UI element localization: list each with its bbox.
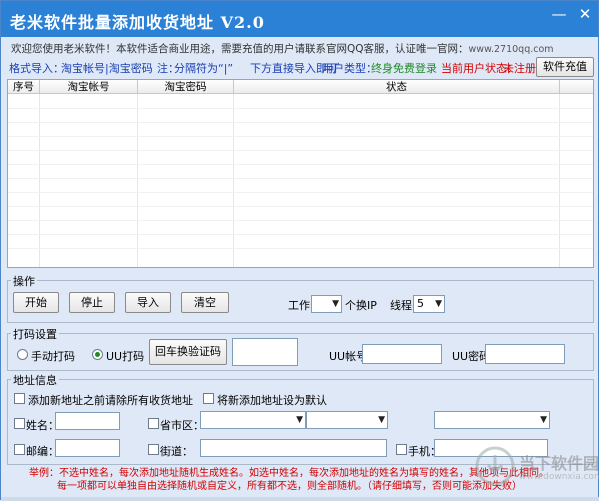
user-type-label: 用户类型： — [322, 62, 377, 75]
name-checkbox[interactable] — [14, 418, 25, 429]
captcha-legend: 打码设置 — [11, 326, 59, 342]
start-button[interactable]: 开始 — [13, 292, 59, 313]
row-divider — [8, 108, 593, 109]
user-type-value: 终身免费登录 — [371, 62, 437, 75]
account-table[interactable]: 序号 淘宝帐号 淘宝密码 状态 — [7, 79, 594, 268]
switch-ip-label: 个换IP — [345, 299, 377, 312]
format-label: 格式导入： — [9, 62, 64, 75]
operation-legend: 操作 — [11, 273, 37, 289]
recharge-button[interactable]: 软件充值 — [536, 57, 594, 77]
uu-account-input[interactable] — [362, 344, 442, 364]
street-checkbox[interactable] — [148, 444, 159, 455]
download-logo-icon — [475, 446, 515, 486]
clear-button[interactable]: 清空 — [181, 292, 229, 313]
street-label: 街道： — [160, 445, 193, 458]
official-url: www.2710qq.com — [468, 44, 554, 55]
stop-button[interactable]: 停止 — [69, 292, 115, 313]
work-label: 工作 — [288, 299, 310, 312]
watermark-title: 当下软件园 — [519, 454, 599, 473]
window-title: 老米软件批量添加收货地址 V2.0 — [10, 13, 265, 32]
region-label: 省市区： — [160, 419, 204, 432]
work-count-select[interactable]: ▼ — [311, 295, 342, 313]
row-divider — [8, 248, 593, 249]
manual-captcha-radio[interactable] — [17, 349, 28, 360]
set-default-checkbox[interactable] — [203, 393, 214, 404]
row-divider — [8, 234, 593, 235]
province-select[interactable]: ▼ — [200, 411, 306, 429]
name-input[interactable] — [55, 412, 120, 430]
thread-count-select[interactable]: 5 ▼ — [413, 295, 445, 313]
district-select[interactable]: ▼ — [434, 411, 550, 429]
zip-input[interactable] — [55, 439, 120, 457]
column-divider — [559, 94, 560, 267]
separator-note: 分隔符为“|” — [174, 62, 234, 75]
title-bar[interactable]: 老米软件批量添加收货地址 V2.0 — ✕ — [1, 1, 598, 37]
chevron-down-icon: ▼ — [435, 299, 442, 309]
chevron-down-icon: ▼ — [296, 415, 303, 425]
column-divider — [137, 94, 138, 267]
clear-before-add-label: 添加新地址之前请除所有收货地址 — [28, 394, 193, 407]
close-icon[interactable]: ✕ — [575, 5, 595, 23]
import-button[interactable]: 导入 — [125, 292, 171, 313]
row-divider — [8, 220, 593, 221]
street-input[interactable] — [200, 439, 387, 457]
uu-captcha-radio[interactable] — [92, 349, 103, 360]
column-header-status[interactable]: 状态 — [234, 80, 560, 94]
column-header-index[interactable]: 序号 — [8, 80, 40, 94]
row-divider — [8, 122, 593, 123]
main-window: 老米软件批量添加收货地址 V2.0 — ✕ 欢迎您使用老米软件！本软件适合商业用… — [0, 0, 599, 501]
column-divider — [233, 94, 234, 267]
chevron-down-icon: ▼ — [540, 415, 547, 425]
uu-captcha-label: UU打码 — [106, 350, 145, 363]
refresh-captcha-button[interactable]: 回车换验证码 — [149, 339, 227, 365]
thread-label: 线程 — [390, 299, 412, 312]
watermark-subtitle: www.downxia.com — [519, 472, 599, 482]
clear-before-add-checkbox[interactable] — [14, 393, 25, 404]
row-divider — [8, 178, 593, 179]
chevron-down-icon: ▼ — [332, 299, 339, 309]
status-strip — [1, 497, 599, 501]
row-divider — [8, 136, 593, 137]
phone-checkbox[interactable] — [396, 444, 407, 455]
manual-captcha-label: 手动打码 — [31, 350, 75, 363]
row-divider — [8, 192, 593, 193]
watermark: 当下软件园 www.downxia.com — [475, 446, 599, 496]
zip-checkbox[interactable] — [14, 444, 25, 455]
column-header-password[interactable]: 淘宝密码 — [138, 80, 234, 94]
uu-password-input[interactable] — [485, 344, 565, 364]
city-select[interactable]: ▼ — [306, 411, 388, 429]
row-divider — [8, 150, 593, 151]
row-divider — [8, 164, 593, 165]
set-default-label: 将新添加地址设为默认 — [217, 394, 327, 407]
column-header-account[interactable]: 淘宝帐号 — [40, 80, 138, 94]
minimize-icon[interactable]: — — [549, 5, 569, 23]
welcome-text: 欢迎您使用老米软件！本软件适合商业用途，需要充值的用户请联系官网QQ客服，认证唯… — [11, 43, 469, 55]
column-divider — [39, 94, 40, 267]
row-divider — [8, 206, 593, 207]
format-value: 淘宝帐号|淘宝密码 — [61, 62, 153, 75]
user-status-value: 未注册 — [503, 62, 536, 75]
chevron-down-icon: ▼ — [378, 415, 385, 425]
address-legend: 地址信息 — [11, 372, 59, 388]
table-header: 序号 淘宝帐号 淘宝密码 状态 — [8, 80, 593, 94]
welcome-message: 欢迎您使用老米软件！本软件适合商业用途，需要充值的用户请联系官网QQ客服，认证唯… — [11, 41, 554, 56]
thread-count-value: 5 — [417, 297, 424, 310]
region-checkbox[interactable] — [148, 418, 159, 429]
captcha-input[interactable] — [232, 338, 298, 366]
